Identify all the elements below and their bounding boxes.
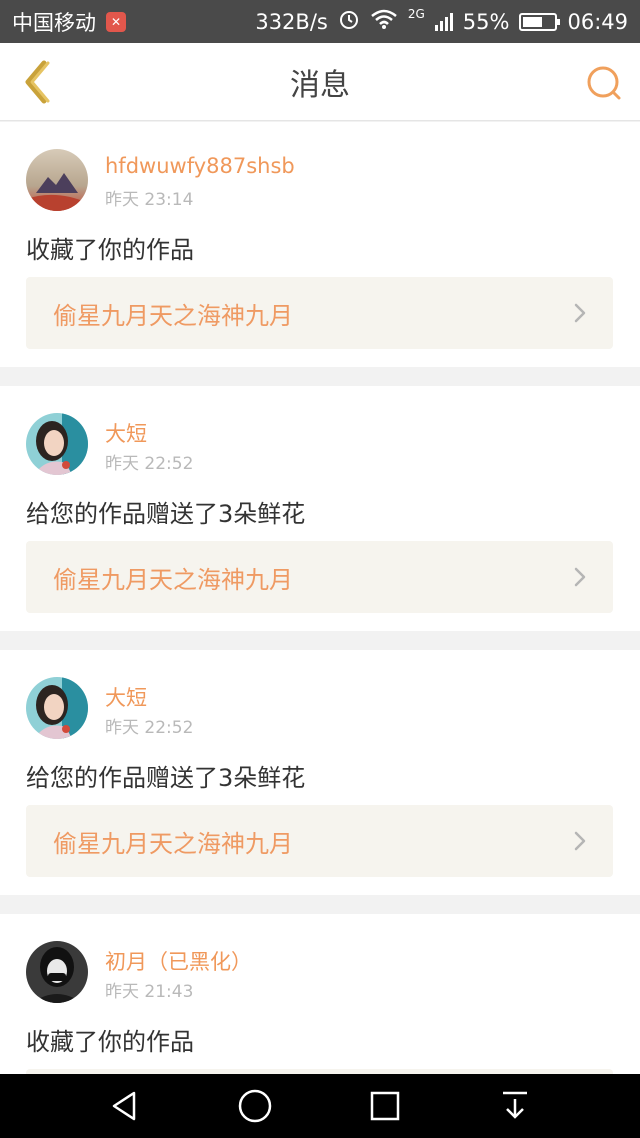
username[interactable]: 大短 <box>105 418 147 448</box>
status-bar-right: 332B/s 2G 55% 06:49 <box>255 6 628 35</box>
network-type: 2G <box>407 6 425 21</box>
notification-message: 收藏了你的作品 <box>26 1028 194 1056</box>
page-title: 消息 <box>290 68 350 103</box>
search-button[interactable] <box>582 61 626 105</box>
work-title: 偷星九月天之海神九月 <box>53 565 293 594</box>
battery-icon <box>519 12 561 31</box>
notification-message: 收藏了你的作品 <box>26 236 194 264</box>
username[interactable]: 大短 <box>105 682 147 712</box>
chevron-right-icon <box>573 566 587 588</box>
work-title: 偷星九月天之海神九月 <box>53 829 293 858</box>
status-bar: 中国移动 ✕ 332B/s 2G 55% 06:49 <box>0 0 640 43</box>
app-badge-icon: ✕ <box>106 11 126 32</box>
carrier-name: 中国移动 <box>12 10 96 35</box>
notification-message: 给您的作品赠送了3朵鲜花 <box>26 500 306 528</box>
work-link[interactable]: 偷星九月天之海神九月 <box>26 277 613 349</box>
avatar[interactable] <box>26 413 88 475</box>
chevron-right-icon <box>573 302 587 324</box>
timestamp: 昨天 22:52 <box>105 718 194 738</box>
timestamp: 昨天 21:43 <box>105 982 194 1002</box>
avatar[interactable] <box>26 149 88 211</box>
notification-pull-icon <box>503 1091 527 1119</box>
signal-icon <box>434 12 453 31</box>
back-button[interactable] <box>16 57 56 107</box>
recents-square-icon <box>370 1091 400 1121</box>
notification-feed[interactable]: hfdwuwfy887shsb 昨天 23:14 收藏了你的作品 偷星九月天之海… <box>0 122 640 1074</box>
avatar[interactable] <box>26 941 88 1003</box>
home-circle-icon <box>238 1089 272 1123</box>
username[interactable]: 初月（已黑化） <box>105 946 252 976</box>
system-nav-bar <box>0 1074 640 1138</box>
work-link[interactable]: 偷星九月天之海神九月 <box>26 805 613 877</box>
notification-message: 给您的作品赠送了3朵鲜花 <box>26 764 306 792</box>
nav-back-button[interactable] <box>95 1076 155 1136</box>
net-speed: 332B/s <box>255 9 328 34</box>
search-icon <box>587 66 621 100</box>
work-title: 偷星九月天之海神九月 <box>53 301 293 330</box>
nav-home-button[interactable] <box>225 1076 285 1136</box>
header: 消息 <box>0 43 640 121</box>
notification-card[interactable]: hfdwuwfy887shsb 昨天 23:14 收藏了你的作品 偷星九月天之海… <box>0 122 640 367</box>
status-bar-left: 中国移动 ✕ <box>12 7 126 37</box>
back-triangle-icon <box>112 1091 136 1121</box>
alarm-icon <box>338 8 360 35</box>
work-link[interactable]: 偷星九月天之海神九月 <box>26 541 613 613</box>
timestamp: 昨天 22:52 <box>105 454 194 474</box>
notification-card[interactable]: 大短 昨天 22:52 给您的作品赠送了3朵鲜花 偷星九月天之海神九月 <box>0 650 640 895</box>
nav-notification-button[interactable] <box>485 1076 545 1136</box>
back-chevron-icon <box>25 60 50 104</box>
timestamp: 昨天 23:14 <box>105 190 194 210</box>
battery-percent: 55% <box>462 9 510 34</box>
wifi-icon <box>370 8 398 35</box>
clock: 06:49 <box>567 9 628 34</box>
username[interactable]: hfdwuwfy887shsb <box>105 154 295 178</box>
avatar[interactable] <box>26 677 88 739</box>
notification-card[interactable]: 初月（已黑化） 昨天 21:43 收藏了你的作品 <box>0 914 640 1074</box>
nav-recents-button[interactable] <box>355 1076 415 1136</box>
chevron-right-icon <box>573 830 587 852</box>
notification-card[interactable]: 大短 昨天 22:52 给您的作品赠送了3朵鲜花 偷星九月天之海神九月 <box>0 386 640 631</box>
